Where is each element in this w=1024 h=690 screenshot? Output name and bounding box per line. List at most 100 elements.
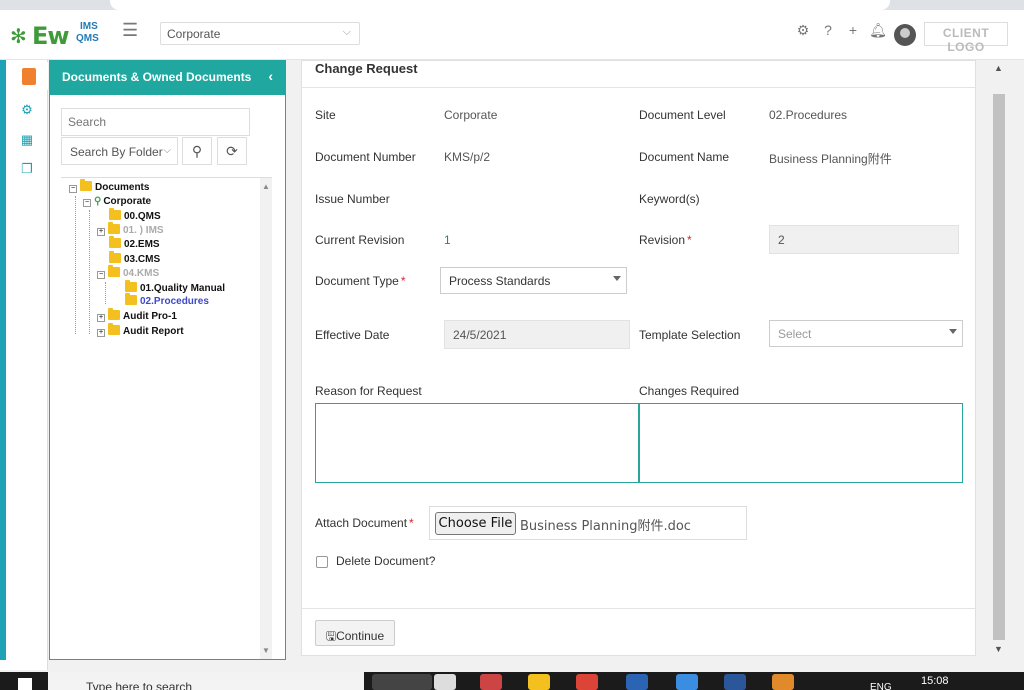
search-button[interactable]: ⚲ bbox=[182, 137, 212, 165]
caret-down-icon bbox=[613, 276, 621, 281]
page-title: Change Request bbox=[315, 61, 418, 76]
site-select-value: Corporate bbox=[167, 27, 221, 41]
template-selection-label: Template Selection bbox=[639, 328, 741, 342]
hamburger-menu-icon[interactable]: ☰ bbox=[122, 20, 138, 41]
tree-item[interactable]: 00.QMS bbox=[109, 208, 161, 224]
avatar[interactable] bbox=[894, 24, 916, 46]
rail-settings[interactable]: ⚙ bbox=[6, 102, 48, 130]
tree-item[interactable]: − Documents bbox=[69, 179, 149, 195]
bell-icon[interactable]: 🔔︎ bbox=[867, 22, 889, 39]
gear-icon[interactable]: ⚙ bbox=[792, 22, 814, 39]
folder-icon bbox=[108, 265, 120, 277]
tree-item[interactable]: + Audit Report bbox=[97, 323, 184, 339]
taskbar-language[interactable]: ENG bbox=[870, 682, 892, 690]
reason-textarea[interactable] bbox=[315, 403, 639, 483]
collapse-chevron-icon[interactable]: ‹ bbox=[268, 68, 273, 84]
expand-toggle-icon[interactable]: + bbox=[97, 314, 105, 322]
header-icons: ⚙? + 🔔︎ bbox=[792, 22, 892, 46]
revision-field[interactable]: 2 bbox=[769, 225, 959, 254]
current-revision-value: 1 bbox=[444, 233, 451, 247]
tree-item[interactable]: +01. ) IMS bbox=[97, 222, 164, 238]
tree-item[interactable]: 01.Quality Manual bbox=[125, 280, 225, 296]
site-value: Corporate bbox=[444, 108, 498, 122]
required-mark: * bbox=[400, 274, 406, 288]
address-bar[interactable] bbox=[110, 0, 890, 10]
site-select[interactable]: Corporate ⌵ bbox=[160, 22, 360, 45]
delete-document-label[interactable]: Delete Document? bbox=[336, 554, 435, 568]
search-input[interactable] bbox=[61, 108, 250, 136]
tree-connector bbox=[75, 196, 76, 334]
delete-document-checkbox[interactable] bbox=[316, 556, 328, 568]
tree-item[interactable]: 02.EMS bbox=[109, 236, 160, 252]
refresh-button[interactable]: ⟳ bbox=[217, 137, 247, 165]
scroll-down-icon[interactable]: ▼ bbox=[262, 646, 270, 655]
scroll-down-icon[interactable]: ▼ bbox=[994, 644, 1003, 654]
tree-item[interactable]: 03.CMS bbox=[109, 251, 160, 267]
taskbar-app-word[interactable] bbox=[626, 674, 648, 690]
taskbar-app-paint[interactable] bbox=[480, 674, 502, 690]
plus-icon[interactable]: + bbox=[842, 22, 864, 38]
building-icon: ▦ bbox=[20, 132, 34, 147]
document-type-select[interactable]: Process Standards bbox=[440, 267, 627, 294]
chevron-down-icon: ⌵ bbox=[342, 26, 351, 38]
attach-document-label: Attach Document * bbox=[315, 516, 414, 530]
template-select[interactable]: Select bbox=[769, 320, 963, 347]
logo-leaf-icon: ✻ bbox=[10, 26, 27, 48]
panel-title: Documents & Owned Documents bbox=[62, 70, 252, 84]
file-input: Choose File Business Planning附件.doc bbox=[429, 506, 747, 540]
search-by-select[interactable]: Search By Folder ⌵ bbox=[61, 137, 178, 165]
template-select-placeholder: Select bbox=[778, 327, 812, 341]
windows-taskbar: Type here to search ENG 15:08 bbox=[0, 672, 1024, 690]
help-icon[interactable]: ? bbox=[817, 22, 839, 38]
expand-toggle-icon[interactable]: + bbox=[97, 228, 105, 236]
app-header: ✻ Ew IMS QMS ☰ Corporate ⌵ ⚙? + 🔔︎ CLIENT … bbox=[0, 10, 1024, 60]
required-mark: * bbox=[409, 516, 414, 530]
expand-toggle-icon[interactable]: + bbox=[97, 329, 105, 337]
document-icon bbox=[22, 68, 36, 85]
save-icon: 🖫︎ bbox=[325, 629, 337, 643]
folder-icon bbox=[125, 280, 137, 292]
continue-button[interactable]: 🖫︎Continue bbox=[315, 620, 395, 646]
choose-file-button[interactable]: Choose File bbox=[435, 512, 516, 535]
collapse-toggle-icon[interactable]: − bbox=[97, 271, 105, 279]
document-level-value: 02.Procedures bbox=[769, 108, 848, 122]
taskbar-app-chrome[interactable] bbox=[576, 674, 598, 690]
folder-icon bbox=[109, 208, 121, 220]
continue-label: Continue bbox=[336, 629, 385, 643]
tree-item-selected[interactable]: 02.Procedures bbox=[125, 293, 209, 309]
taskbar-app-other[interactable] bbox=[772, 674, 794, 690]
selected-file-name: Business Planning附件.doc bbox=[520, 519, 691, 534]
changes-required-textarea[interactable] bbox=[639, 403, 963, 483]
document-type-label: Document Type * bbox=[315, 274, 406, 288]
revision-label-text: Revision bbox=[639, 233, 686, 247]
taskbar-app-explorer[interactable] bbox=[528, 674, 550, 690]
taskbar-search[interactable]: Type here to search bbox=[48, 672, 364, 690]
tree-item[interactable]: + Audit Pro-1 bbox=[97, 308, 177, 324]
tree-item[interactable]: −04.KMS bbox=[97, 265, 159, 281]
refresh-icon: ⟳ bbox=[226, 143, 238, 159]
tree-connector bbox=[105, 282, 106, 304]
effective-date-field[interactable]: 24/5/2021 bbox=[444, 320, 630, 349]
windows-start-icon[interactable] bbox=[18, 678, 32, 690]
taskbar-app-file[interactable] bbox=[434, 674, 456, 690]
tree-item[interactable]: − ⚲ Corporate bbox=[83, 195, 151, 209]
collapse-toggle-icon[interactable]: − bbox=[69, 185, 77, 193]
page-scrollbar[interactable]: ▲ ▼ bbox=[990, 60, 1008, 656]
chevron-down-icon: ⌵ bbox=[163, 145, 171, 156]
rail-documents[interactable] bbox=[6, 62, 48, 90]
rail-building[interactable]: ▦ bbox=[6, 132, 48, 160]
app-logo[interactable]: ✻ Ew IMS QMS bbox=[10, 16, 100, 52]
rail-copy[interactable]: ❐ bbox=[6, 161, 48, 189]
taskbar-app-camera[interactable] bbox=[372, 674, 432, 690]
scroll-up-icon[interactable]: ▲ bbox=[994, 63, 1003, 73]
collapse-toggle-icon[interactable]: − bbox=[83, 199, 91, 207]
taskbar-app-calculator[interactable] bbox=[676, 674, 698, 690]
tree-scrollbar[interactable]: ▲ ▼ bbox=[260, 178, 272, 659]
scroll-up-icon[interactable]: ▲ bbox=[262, 182, 270, 191]
taskbar-app-outlook[interactable] bbox=[724, 674, 746, 690]
effective-date-label: Effective Date bbox=[315, 328, 390, 342]
reason-label: Reason for Request bbox=[315, 384, 422, 398]
scrollbar-thumb[interactable] bbox=[993, 94, 1005, 640]
taskbar-clock[interactable]: 15:08 bbox=[921, 675, 949, 687]
document-name-value: Business Planning附件 bbox=[769, 152, 892, 166]
